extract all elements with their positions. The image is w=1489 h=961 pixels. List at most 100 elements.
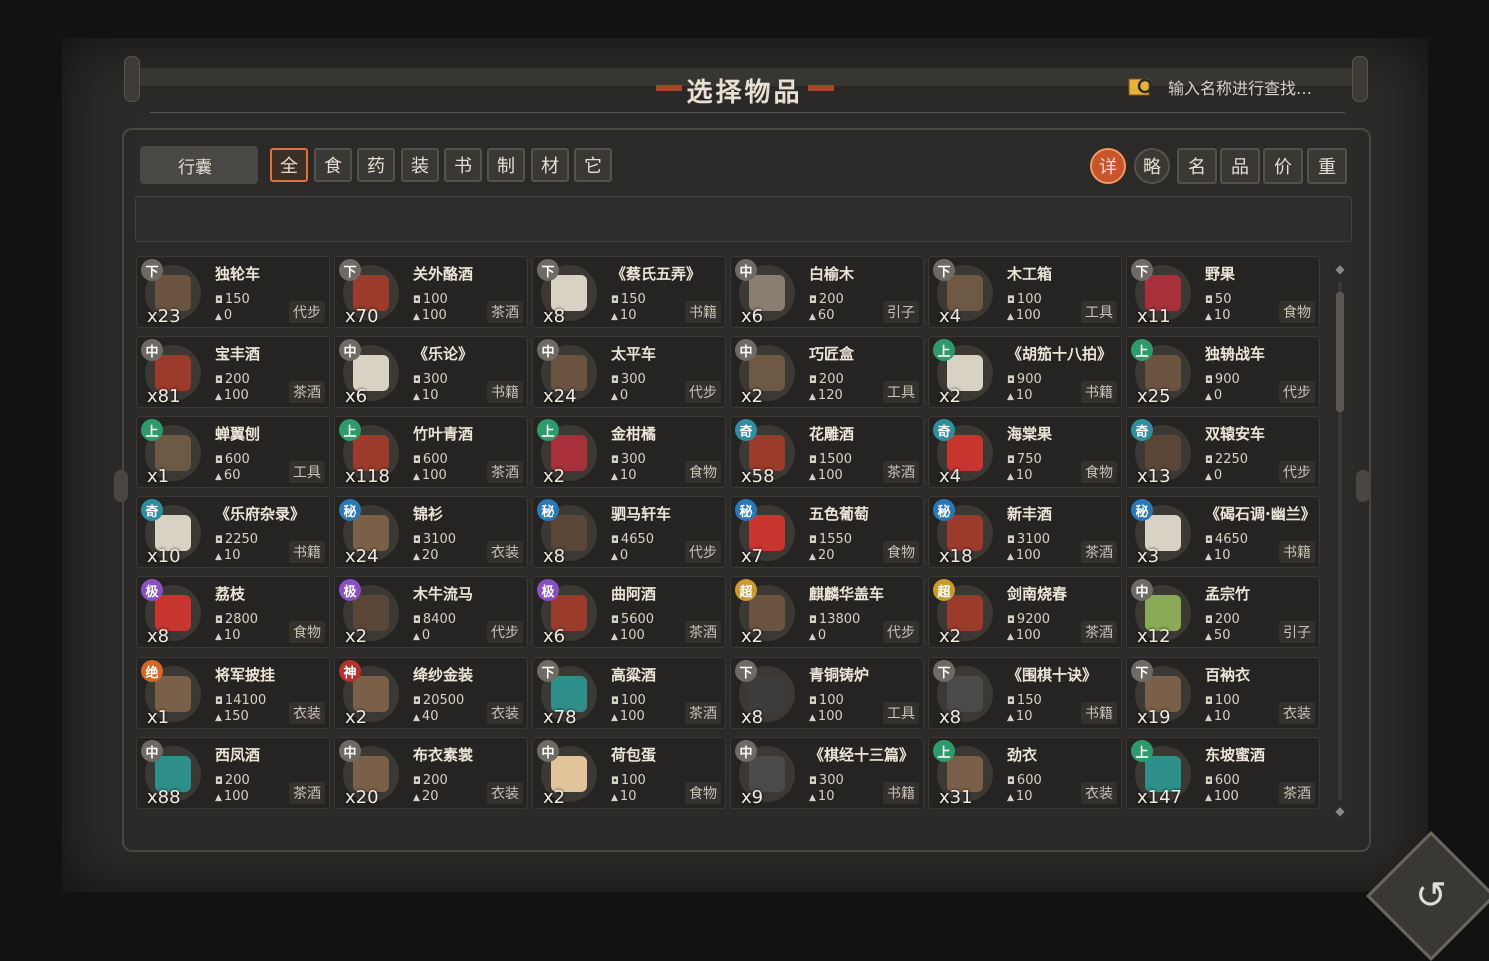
category-tab-0[interactable]: 全 [270, 148, 308, 182]
item-card[interactable]: 中 布衣素裳 20020 x20 衣装 [334, 737, 528, 809]
item-card[interactable]: 下 高粱酒 100100 x78 茶酒 [532, 657, 726, 729]
grade-badge: 秘 [339, 499, 361, 521]
item-card[interactable]: 中 白榆木 20060 x6 引子 [730, 256, 924, 328]
item-type-tag: 茶酒 [1081, 621, 1117, 643]
item-card[interactable]: 中 《棋经十三篇》 30010 x9 书籍 [730, 737, 924, 809]
item-type-tag: 食物 [883, 541, 919, 563]
category-tab-7[interactable]: 它 [574, 148, 612, 182]
item-card[interactable]: 秘 锦衫 310020 x24 衣装 [334, 496, 528, 568]
item-count: x2 [543, 466, 566, 487]
grade-badge: 中 [537, 740, 559, 762]
grade-badge: 超 [735, 579, 757, 601]
item-card[interactable]: 上 独辀战车 9000 x25 代步 [1126, 336, 1320, 408]
item-card[interactable]: 中 巧匠盒 200120 x2 工具 [730, 336, 924, 408]
sort-button-1[interactable]: 略 [1134, 148, 1170, 184]
search-input[interactable] [1162, 74, 1349, 102]
item-card[interactable]: 秘 《碣石调·幽兰》 465010 x3 书籍 [1126, 496, 1320, 568]
item-type-tag: 工具 [289, 461, 325, 483]
item-price: 300 [809, 773, 844, 788]
item-card[interactable]: 中 太平车 3000 x24 代步 [532, 336, 726, 408]
scroll-down-icon[interactable]: ◆ [1332, 804, 1348, 820]
item-weight: 10 [1007, 789, 1033, 804]
grade-badge: 下 [735, 660, 757, 682]
item-type-tag: 代步 [1279, 461, 1315, 483]
item-weight: 10 [215, 548, 241, 563]
item-type-tag: 茶酒 [685, 621, 721, 643]
item-card[interactable]: 上 《胡笳十八拍》 90010 x2 书籍 [928, 336, 1122, 408]
item-type-tag: 衣装 [1081, 782, 1117, 804]
category-tab-6[interactable]: 材 [531, 148, 569, 182]
category-tab-3[interactable]: 装 [401, 148, 439, 182]
sort-button-2[interactable]: 名 [1177, 148, 1217, 184]
bag-tab[interactable]: 行囊 [140, 146, 258, 184]
item-weight: 10 [1007, 468, 1033, 483]
search-icon[interactable] [1128, 75, 1158, 99]
item-card[interactable]: 中 孟宗竹 20050 x12 引子 [1126, 576, 1320, 648]
item-card[interactable]: 上 东坡蜜酒 600100 x147 茶酒 [1126, 737, 1320, 809]
item-card[interactable]: 极 曲阿酒 5600100 x6 茶酒 [532, 576, 726, 648]
item-card[interactable]: 下 独轮车 1500 x23 代步 [136, 256, 330, 328]
item-card[interactable]: 奇 双辕安车 22500 x13 代步 [1126, 416, 1320, 488]
grade-badge: 中 [141, 740, 163, 762]
item-card[interactable]: 下 木工箱 100100 x4 工具 [928, 256, 1122, 328]
item-card[interactable]: 下 关外酪酒 100100 x70 茶酒 [334, 256, 528, 328]
item-card[interactable]: 奇 《乐府杂录》 225010 x10 书籍 [136, 496, 330, 568]
item-card[interactable]: 下 《蔡氏五弄》 15010 x8 书籍 [532, 256, 726, 328]
item-name: 双辕安车 [1205, 425, 1266, 443]
item-card[interactable]: 下 青铜铸炉 100100 x8 工具 [730, 657, 924, 729]
item-weight: 10 [1205, 548, 1231, 563]
item-weight: 100 [215, 388, 249, 403]
item-scrollbar[interactable]: ◆ ◆ [1332, 262, 1348, 820]
grade-badge: 下 [933, 259, 955, 281]
item-card[interactable]: 超 剑南烧春 9200100 x2 茶酒 [928, 576, 1122, 648]
item-price: 2250 [1205, 452, 1248, 467]
item-card[interactable]: 中 荷包蛋 10010 x2 食物 [532, 737, 726, 809]
item-card[interactable]: 秘 驷马轩车 46500 x8 代步 [532, 496, 726, 568]
item-card[interactable]: 中 《乐论》 30010 x6 书籍 [334, 336, 528, 408]
item-card[interactable]: 上 劲衣 60010 x31 衣装 [928, 737, 1122, 809]
sort-button-3[interactable]: 品 [1220, 148, 1260, 184]
item-count: x9 [741, 787, 764, 808]
item-card[interactable]: 中 宝丰酒 200100 x81 茶酒 [136, 336, 330, 408]
category-tab-5[interactable]: 制 [487, 148, 525, 182]
category-tab-4[interactable]: 书 [444, 148, 482, 182]
item-price: 14100 [215, 693, 266, 708]
item-price: 100 [611, 773, 646, 788]
item-card[interactable]: 上 蝉翼刨 60060 x1 工具 [136, 416, 330, 488]
item-card[interactable]: 上 金柑橘 30010 x2 食物 [532, 416, 726, 488]
item-price: 200 [809, 372, 844, 387]
item-card[interactable]: 神 绛纱金装 2050040 x2 衣装 [334, 657, 528, 729]
scroll-thumb[interactable] [1336, 292, 1344, 412]
item-detail-bar [135, 196, 1352, 242]
grade-badge: 中 [339, 740, 361, 762]
item-weight: 10 [1007, 709, 1033, 724]
item-card[interactable]: 绝 将军披挂 14100150 x1 衣装 [136, 657, 330, 729]
item-card[interactable]: 下 野果 5010 x11 食物 [1126, 256, 1320, 328]
sort-button-5[interactable]: 重 [1307, 148, 1347, 184]
sort-button-4[interactable]: 价 [1263, 148, 1303, 184]
item-card[interactable]: 极 荔枝 280010 x8 食物 [136, 576, 330, 648]
item-card[interactable]: 秘 新丰酒 3100100 x18 茶酒 [928, 496, 1122, 568]
item-count: x2 [939, 626, 962, 647]
item-card[interactable]: 中 西凤酒 200100 x88 茶酒 [136, 737, 330, 809]
item-name: 《蔡氏五弄》 [611, 265, 702, 283]
item-card[interactable]: 奇 花雕酒 1500100 x58 茶酒 [730, 416, 924, 488]
item-name: 孟宗竹 [1205, 585, 1251, 603]
item-card[interactable]: 超 麒麟华盖车 138000 x2 代步 [730, 576, 924, 648]
item-card[interactable]: 上 竹叶青酒 600100 x118 茶酒 [334, 416, 528, 488]
item-card[interactable]: 下 《围棋十诀》 15010 x8 书籍 [928, 657, 1122, 729]
item-name: 剑南烧春 [1007, 585, 1068, 603]
category-tab-1[interactable]: 食 [314, 148, 352, 182]
item-card[interactable]: 奇 海棠果 75010 x4 食物 [928, 416, 1122, 488]
item-price: 150 [611, 292, 646, 307]
category-tab-2[interactable]: 药 [357, 148, 395, 182]
scroll-up-icon[interactable]: ◆ [1332, 262, 1348, 278]
item-price: 200 [413, 773, 448, 788]
item-card[interactable]: 秘 五色葡萄 155020 x7 食物 [730, 496, 924, 568]
item-card[interactable]: 极 木牛流马 84000 x2 代步 [334, 576, 528, 648]
item-weight: 100 [413, 308, 447, 323]
sort-button-0[interactable]: 详 [1090, 148, 1126, 184]
item-card[interactable]: 下 百衲衣 10010 x19 衣装 [1126, 657, 1320, 729]
item-name: 海棠果 [1007, 425, 1053, 443]
item-name: 五色葡萄 [809, 505, 870, 523]
